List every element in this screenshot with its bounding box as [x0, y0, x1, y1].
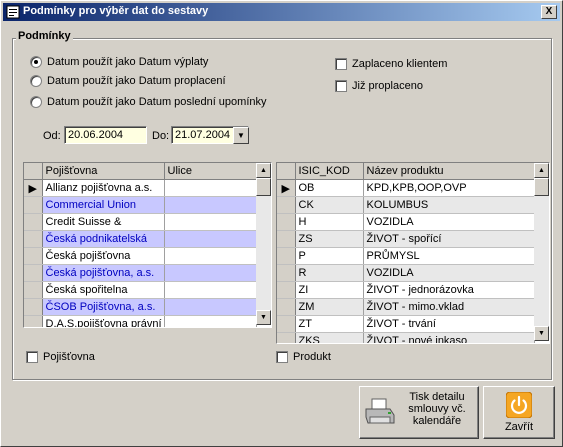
table-row[interactable]: R VOZIDLA	[277, 264, 535, 282]
scroll-up-button[interactable]: ▲	[534, 163, 549, 178]
table-row[interactable]: P PRŮMYSL	[277, 247, 535, 265]
checkbox-label: Zaplaceno klientem	[352, 58, 448, 70]
table-row[interactable]: Česká pojišťovna, a.s.	[24, 264, 257, 282]
scroll-thumb[interactable]	[256, 178, 271, 196]
radio-indicator[interactable]	[30, 75, 42, 87]
window-title: Podmínky pro výběr dat do sestavy	[23, 5, 209, 17]
close-button[interactable]: Zavřít	[483, 386, 555, 439]
od-label: Od:	[43, 130, 61, 142]
radio-datum-upominky[interactable]: Datum použít jako Datum poslední upomínk…	[30, 95, 267, 109]
print-button-label-1: Tisk detailu	[409, 391, 465, 403]
do-date-dropdown-button[interactable]: ▼	[233, 127, 249, 144]
scroll-up-button[interactable]: ▲	[256, 163, 271, 178]
table-row[interactable]: ▶ OB KPD,KPB,OOP,OVP	[277, 179, 535, 197]
table-row[interactable]: ZKS ŽIVOT - nové inkaso	[277, 332, 535, 343]
column-header-ulice[interactable]: Ulice	[164, 163, 257, 180]
table-row[interactable]: ZS ŽIVOT - spořící	[277, 230, 535, 248]
checkbox-proplaceno[interactable]: Již proplaceno	[335, 79, 423, 93]
column-header-isic[interactable]: ISIC_KOD	[295, 163, 364, 180]
radio-label: Datum použít jako Datum poslední upomínk…	[47, 96, 267, 108]
close-window-button[interactable]: X	[541, 5, 557, 19]
table-row[interactable]: Česká spořitelna	[24, 281, 257, 299]
checkbox-box[interactable]	[335, 58, 347, 70]
printer-icon	[365, 398, 395, 424]
print-button-label-2: smlouvy vč.	[408, 403, 466, 415]
app-icon	[6, 5, 20, 19]
radio-indicator[interactable]	[30, 56, 42, 68]
checkbox-label: Již proplaceno	[352, 80, 423, 92]
table-row[interactable]: ZT ŽIVOT - trvání	[277, 315, 535, 333]
radio-datum-vyplaty[interactable]: Datum použít jako Datum výplaty	[30, 55, 208, 69]
checkbox-label: Pojišťovna	[43, 351, 95, 363]
table-row[interactable]: Commercial Union	[24, 196, 257, 214]
table-row[interactable]: ▶ Allianz pojišťovna a.s.	[24, 179, 257, 197]
row-pointer-icon: ▶	[277, 179, 296, 197]
group-title: Podmínky	[16, 30, 73, 42]
checkbox-box[interactable]	[26, 351, 38, 363]
power-icon	[506, 392, 532, 418]
checkbox-label: Produkt	[293, 351, 331, 363]
radio-indicator[interactable]	[30, 96, 42, 108]
pojistovna-grid: Pojišťovna Ulice ▶ Allianz pojišťovna a.s…	[23, 162, 272, 328]
radio-label: Datum použít jako Datum výplaty	[47, 56, 209, 68]
table-row[interactable]: D.A.S.pojišťovna právní	[24, 315, 257, 327]
checkbox-zaplaceno[interactable]: Zaplaceno klientem	[335, 57, 447, 71]
table-row[interactable]: CK KOLUMBUS	[277, 196, 535, 214]
row-pointer-icon: ▶	[24, 179, 43, 197]
column-header-pojistovna[interactable]: Pojišťovna	[42, 163, 165, 180]
table-row[interactable]: Credit Suisse &	[24, 213, 257, 231]
table-row[interactable]: Česká podnikatelská	[24, 230, 257, 248]
checkbox-produkt[interactable]: Produkt	[276, 350, 331, 364]
close-button-label: Zavřít	[504, 421, 534, 433]
checkbox-box[interactable]	[276, 351, 288, 363]
print-detail-button[interactable]: Tisk detailu smlouvy vč. kalendáře	[359, 386, 479, 439]
table-row[interactable]: ZM ŽIVOT - mimo.vklad	[277, 298, 535, 316]
checkbox-box[interactable]	[335, 80, 347, 92]
scroll-down-button[interactable]: ▼	[256, 310, 271, 325]
radio-datum-proplaceni[interactable]: Datum použít jako Datum proplacení	[30, 74, 226, 88]
checkbox-pojistovna[interactable]: Pojišťovna	[26, 350, 95, 364]
print-button-label-3: kalendáře	[412, 415, 462, 427]
table-row[interactable]: Česká pojišťovna	[24, 247, 257, 265]
produkt-scrollbar[interactable]: ▲ ▼	[534, 163, 549, 341]
produkt-grid: ISIC_KOD Název produktu ▶ OB KPD,KPB,OOP,O…	[276, 162, 550, 344]
column-header-nazev[interactable]: Název produktu	[363, 163, 535, 180]
table-row[interactable]: ČSOB Pojišťovna, a.s.	[24, 298, 257, 316]
table-row[interactable]: H VOZIDLA	[277, 213, 535, 231]
do-label: Do:	[152, 130, 170, 142]
title-bar[interactable]: Podmínky pro výběr dat do sestavy X	[3, 3, 560, 21]
od-date-input[interactable]: 20.06.2004	[64, 126, 147, 144]
table-row[interactable]: ZI ŽIVOT - jednorázovka	[277, 281, 535, 299]
scroll-thumb[interactable]	[534, 178, 549, 196]
scroll-down-button[interactable]: ▼	[534, 326, 549, 341]
pojistovna-scrollbar[interactable]: ▲ ▼	[256, 163, 271, 325]
radio-label: Datum použít jako Datum proplacení	[47, 75, 226, 87]
